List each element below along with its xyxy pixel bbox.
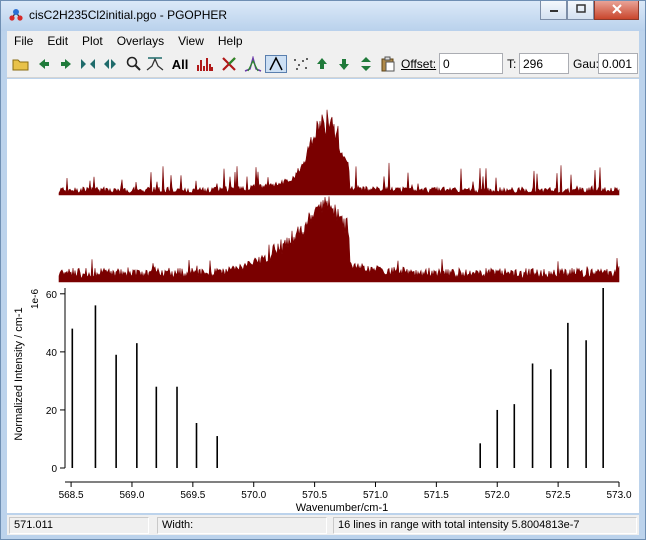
observed-spectrum-trace: [58, 109, 620, 196]
cursor-position: 571.011: [9, 517, 149, 534]
close-icon: [611, 3, 623, 17]
toolbar: All Offset: T: Gau:: [7, 51, 639, 78]
minimize-icon: [549, 3, 559, 17]
temperature-input[interactable]: [519, 53, 569, 74]
menu-view[interactable]: View: [171, 34, 211, 48]
x-tick-label: 570.5: [302, 490, 327, 501]
menu-file[interactable]: File: [7, 34, 40, 48]
x-tick-label: 571.0: [363, 490, 388, 501]
plot-area[interactable]: Wavenumber/cm-1 Normalized Intensity / c…: [7, 79, 639, 514]
spectrum-icon[interactable]: [195, 55, 215, 73]
line-shape-icon[interactable]: [243, 55, 263, 73]
app-window: cisC2H235Cl2initial.pgo - PGOPHER File E…: [0, 0, 646, 540]
x-tick-label: 571.5: [424, 490, 449, 501]
scatter-points-icon[interactable]: [291, 55, 311, 73]
simulated-spectrum-trace: [58, 196, 620, 283]
x-tick-label: 569.5: [180, 490, 205, 501]
offset-label: Offset:: [401, 57, 437, 71]
maximize-icon: [575, 3, 586, 17]
menu-edit[interactable]: Edit: [40, 34, 75, 48]
x-tick-label: 570.0: [241, 490, 266, 501]
y-tick-label: 60: [46, 290, 58, 301]
arrow-left-icon[interactable]: [35, 55, 53, 73]
arrow-up-down-icon[interactable]: [357, 55, 375, 73]
contract-horizontal-icon[interactable]: [101, 55, 119, 73]
open-folder-icon[interactable]: [11, 55, 31, 73]
x-tick-label: 572.0: [485, 490, 510, 501]
arrow-right-icon[interactable]: [57, 55, 75, 73]
paste-clipboard-icon[interactable]: [379, 55, 397, 73]
y-tick-label: 0: [51, 464, 57, 475]
y-axis-title: Normalized Intensity / cm-1: [13, 307, 25, 440]
close-button[interactable]: [594, 1, 639, 20]
status-bar: 571.011 Width: 16 lines in range with to…: [7, 515, 639, 535]
gaussian-width-input[interactable]: [598, 53, 638, 74]
zoom-icon[interactable]: [125, 55, 143, 73]
x-tick-label: 572.5: [546, 490, 571, 501]
offset-input[interactable]: [439, 53, 503, 74]
axis-ticks: 568.5 569.0 569.5 570.0 570.5 571.0 571.5 572.0…: [46, 290, 632, 501]
status-message: 16 lines in range with total intensity 5…: [333, 517, 637, 534]
plot-axes: Wavenumber/cm-1 Normalized Intensity / c…: [13, 288, 619, 514]
spectrum-traces: [58, 109, 620, 283]
y-tick-label: 20: [46, 406, 58, 417]
menu-plot[interactable]: Plot: [75, 34, 110, 48]
profile-toggle-icon[interactable]: [265, 55, 287, 73]
cross-lines-icon[interactable]: [219, 55, 239, 73]
menu-help[interactable]: Help: [211, 34, 250, 48]
gau-label: Gau:: [573, 57, 600, 71]
window-controls: [540, 1, 639, 21]
x-tick-label: 569.0: [119, 490, 144, 501]
title-bar: cisC2H235Cl2initial.pgo - PGOPHER: [1, 1, 645, 31]
pgopher-molecule-icon: [8, 7, 24, 23]
all-button[interactable]: All: [169, 55, 191, 73]
width-label-text: Width:: [162, 519, 194, 531]
maximize-button[interactable]: [567, 1, 594, 20]
menu-overlays[interactable]: Overlays: [110, 34, 171, 48]
stick-lines: [71, 288, 604, 468]
spectrum-plot[interactable]: Wavenumber/cm-1 Normalized Intensity / c…: [7, 79, 639, 514]
window-title: cisC2H235Cl2initial.pgo - PGOPHER: [29, 8, 228, 22]
expand-horizontal-icon[interactable]: [79, 55, 97, 73]
x-axis-title: Wavenumber/cm-1: [296, 502, 389, 513]
width-label: Width:: [157, 517, 327, 534]
x-tick-label: 568.5: [59, 490, 84, 501]
t-label: T:: [507, 57, 517, 71]
arrow-down-icon[interactable]: [335, 55, 353, 73]
peak-zoom-icon[interactable]: [145, 55, 165, 73]
arrow-up-icon[interactable]: [313, 55, 331, 73]
menu-bar: File Edit Plot Overlays View Help: [7, 31, 639, 51]
y-tick-label: 40: [46, 348, 58, 359]
y-axis-multiplier: 1e-6: [30, 289, 41, 309]
x-tick-label: 573.0: [606, 490, 631, 501]
minimize-button[interactable]: [540, 1, 567, 20]
